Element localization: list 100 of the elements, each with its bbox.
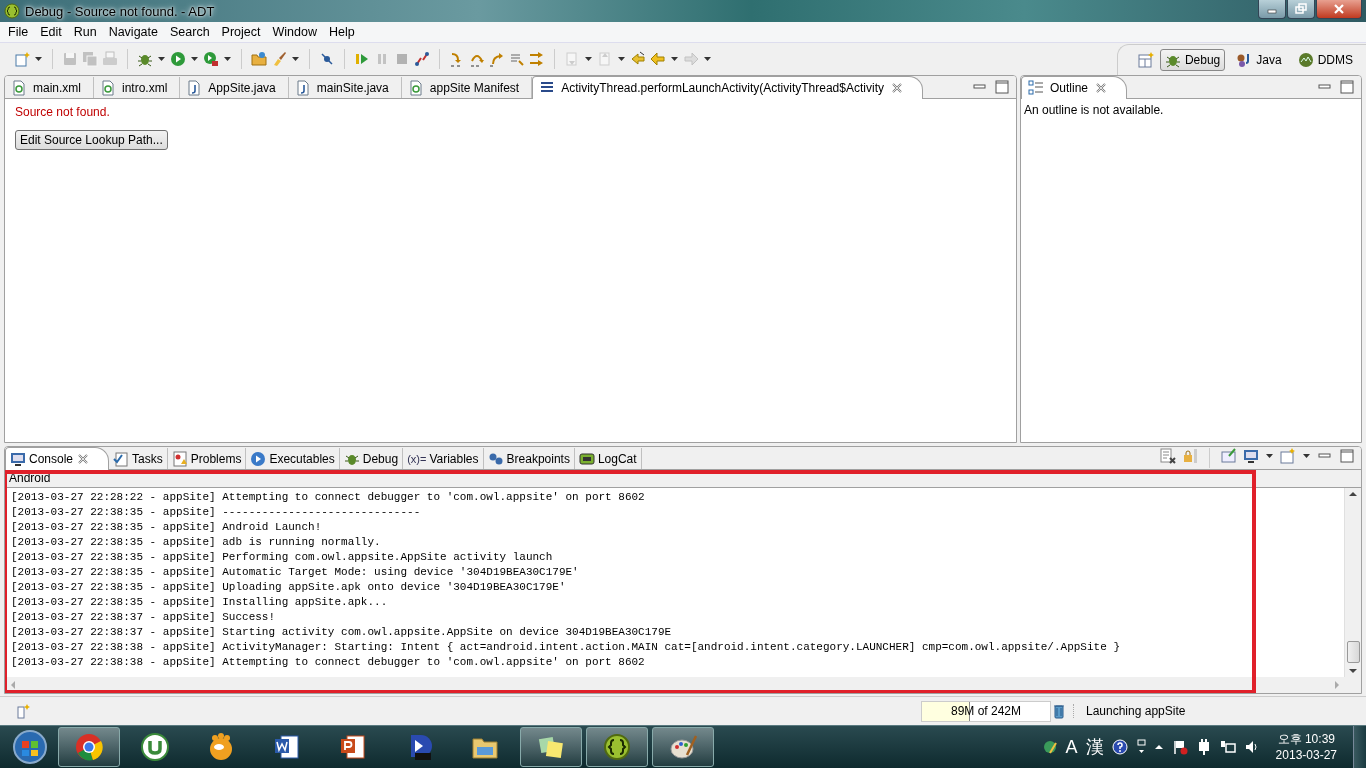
taskbar-button[interactable] [520,727,582,767]
brush-icon[interactable] [271,51,287,67]
view-tab[interactable]: Executables [246,448,340,469]
taskbar-button[interactable] [652,727,714,767]
editor-tab[interactable]: AppSite.java [180,77,289,98]
view-tab[interactable]: Tasks [109,448,168,469]
step-filter-icon[interactable] [529,51,545,67]
menu-item[interactable]: Edit [34,25,68,39]
variables-icon: (x)= [407,452,427,465]
minimize-button[interactable] [1258,0,1286,19]
volume-icon[interactable] [1243,739,1260,755]
console-line: [2013-03-27 22:38:35 - appSite] Installing appSite.apk... [11,595,389,610]
menu-item[interactable]: File [2,25,35,39]
close-button[interactable] [1316,0,1362,19]
view-tab[interactable]: Problems [167,448,247,469]
maximize-icon[interactable] [994,79,1010,95]
close-icon[interactable] [1094,81,1109,95]
editor-tab[interactable]: appSite Manifest [401,77,533,98]
clear-console-icon[interactable] [1160,448,1176,464]
braces-icon[interactable] [603,733,631,761]
outline-tab[interactable]: Outline [1021,76,1128,99]
console-line: [2013-03-27 22:38:35 - appSite] Performing com.owl.appsite.AppSite activity launch [11,550,554,565]
run-tool-icon[interactable] [203,51,219,67]
step-return-icon[interactable] [489,51,505,67]
trash-icon[interactable] [1051,703,1067,719]
open-perspective-icon[interactable] [1137,51,1154,68]
outline-icon [1028,80,1044,96]
scroll-thumb[interactable] [1346,641,1360,663]
skip-breakpoints-icon[interactable] [319,51,335,67]
show-hidden-icons-icon[interactable] [1153,742,1164,752]
editor-tab[interactable]: mainSite.java [288,77,402,98]
logcat-icon[interactable] [578,450,595,467]
show-desktop-button[interactable] [1353,726,1366,768]
options-icon[interactable] [1135,739,1146,755]
heap-text: 89M of 242M [950,704,1021,718]
word-document-icon[interactable] [273,733,301,761]
checklist-icon[interactable] [113,450,130,467]
pin-console-icon[interactable] [1221,448,1237,464]
run-icon[interactable] [170,51,186,67]
disconnect-icon[interactable] [414,51,430,67]
view-tab[interactable]: LogCat [574,448,642,469]
taskbar-button[interactable] [586,727,648,767]
flag-icon[interactable] [1171,739,1188,755]
help-icon[interactable] [1111,739,1128,755]
perspective-button[interactable]: DDMS [1292,48,1358,71]
menu-item[interactable]: Window [266,25,323,39]
language-bar-icon[interactable] [1041,739,1058,755]
vertical-scrollbar[interactable] [1344,488,1361,677]
java-file-icon[interactable] [186,79,203,96]
presentation-icon[interactable] [339,733,367,761]
view-tab[interactable]: (x)= Variables [403,448,484,469]
clock-date[interactable]: 2013-03-27 [1275,747,1337,763]
android-file-icon[interactable] [100,79,116,96]
view-tab[interactable]: Console [5,447,110,470]
editor-tab[interactable]: intro.xml [94,77,181,98]
close-icon[interactable] [76,452,91,466]
java-file-icon[interactable] [294,79,311,96]
torrent-icon[interactable] [141,733,169,761]
scroll-right-icon [1333,680,1341,690]
view-tab[interactable]: Breakpoints [483,448,575,469]
edit-source-lookup-button[interactable]: Edit Source Lookup Path... [15,130,168,150]
palette-icon[interactable] [669,733,697,761]
editor-tab[interactable]: ActivityThread.performLaunchActivity(ActivityThread$Activity [532,76,923,99]
menu-item[interactable]: Navigate [102,25,164,39]
menu-item[interactable]: Search [164,25,216,39]
perspective-icon [1297,51,1314,68]
network-icon[interactable] [1219,739,1236,755]
console-line: [2013-03-27 22:38:35 - appSite] Automatic Target Mode: using device '304D19BEA30C179E' [11,565,580,580]
perspective-button[interactable]: Java [1231,48,1287,71]
language-indicator[interactable]: A [1065,736,1078,758]
close-icon[interactable] [889,81,904,95]
view-tab[interactable]: Debug [339,448,404,469]
console-line: [2013-03-27 22:38:38 - appSite] ActivityManager: Starting: Intent { act=android.intent.action.MAIN cat=[android.intent.category.LAUNCHER] cmp=com.owl.appsite/.AppSite } [11,640,1121,655]
clock-time[interactable]: 오후 10:39 [1277,731,1335,747]
language-indicator[interactable]: 漢 [1085,735,1104,759]
outline-message: An outline is not available. [1023,102,1165,119]
media-player-icon[interactable] [207,733,235,761]
console-line: [2013-03-27 22:38:37 - appSite] Starting activity com.owl.appsite.AppSite on device 304D19BEA30C179E [11,625,673,640]
menu-item[interactable]: Project [215,25,267,39]
console-line: [2013-03-27 22:38:38 - appSite] Attempting to connect debugger to 'com.owl.appsite' on port 8602 [11,655,646,670]
android-file-icon[interactable] [11,79,27,96]
editor-tab[interactable]: main.xml [5,77,94,98]
problems-icon[interactable] [171,450,188,467]
maximize-icon[interactable] [1339,448,1355,464]
console-line: [2013-03-27 22:38:35 - appSite] Android Launch! [11,520,323,535]
android-file-icon[interactable] [407,79,424,96]
maximize-icon[interactable] [1339,79,1355,95]
perspective-button[interactable]: Debug [1159,48,1226,71]
menu-item[interactable]: Run [67,25,103,39]
browser-icon[interactable] [75,733,103,761]
display-console-icon[interactable] [1243,448,1259,464]
resume-icon[interactable] [354,51,370,67]
window-title: Debug - Source not found. - ADT [25,3,215,19]
taskbar-button[interactable] [58,727,120,767]
menu-item[interactable]: Help [322,25,361,39]
play-circle-icon[interactable] [250,450,267,467]
maximize-button[interactable] [1287,0,1315,19]
start-orb-icon[interactable] [12,729,48,765]
close-icon [1333,3,1345,15]
monitor-icon[interactable] [10,451,26,467]
